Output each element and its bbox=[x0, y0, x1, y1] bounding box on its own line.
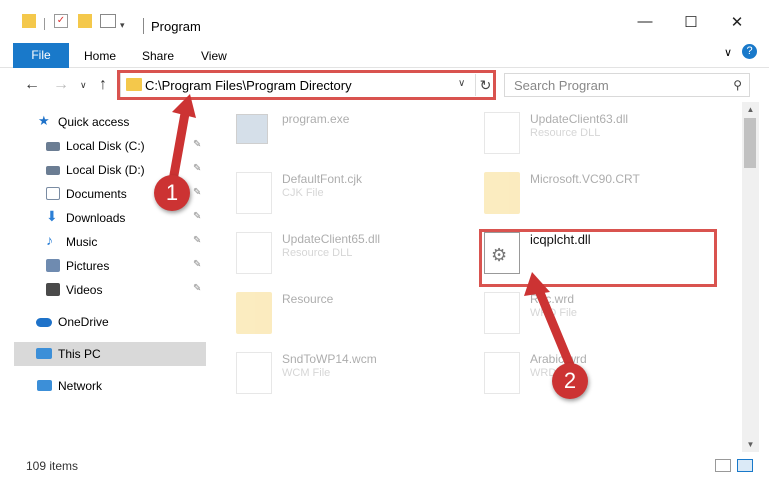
annotation-arrows bbox=[167, 94, 577, 375]
callout-2: 2 bbox=[552, 363, 588, 399]
callout-1: 1 bbox=[154, 175, 190, 211]
